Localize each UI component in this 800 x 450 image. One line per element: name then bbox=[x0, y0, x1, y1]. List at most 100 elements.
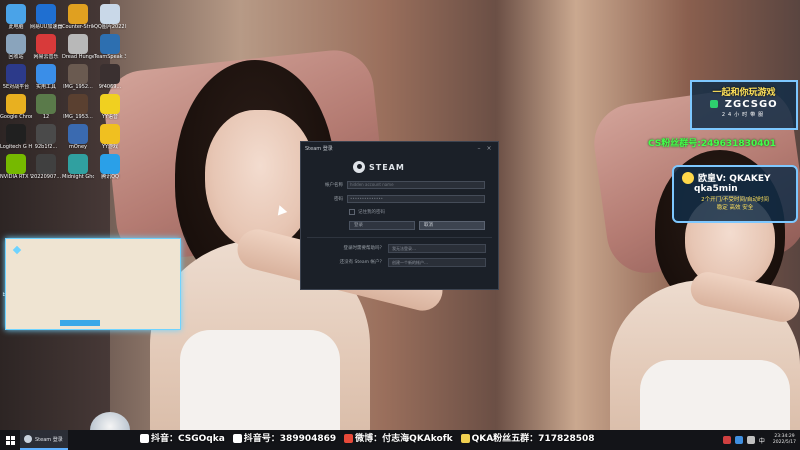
app-icon bbox=[68, 154, 88, 174]
remember-checkbox[interactable] bbox=[349, 209, 355, 215]
desktop-icon[interactable]: 网易云音乐 bbox=[30, 34, 62, 60]
password-input[interactable]: •••••••••••••• bbox=[347, 195, 485, 203]
password-row: 密码 •••••••••••••• bbox=[301, 192, 498, 206]
steam-brand: STEAM bbox=[301, 154, 498, 176]
desktop-icon[interactable]: NVIDIA RTX Voice bbox=[0, 154, 32, 180]
desktop-icon[interactable]: Google Chrome bbox=[0, 94, 32, 120]
tray-app-icon[interactable] bbox=[734, 436, 743, 444]
close-icon[interactable]: × bbox=[484, 145, 494, 152]
desktop-icon[interactable]: Dread Hunger bbox=[62, 34, 94, 60]
desktop-icon[interactable]: IMG_1952... bbox=[62, 64, 94, 90]
cancel-button[interactable]: 取消 bbox=[419, 220, 485, 230]
desktop-icon-label: Google Chrome bbox=[0, 114, 32, 120]
desktop-icon[interactable]: 实用工具 bbox=[30, 64, 62, 90]
desktop-icon[interactable]: 92b1f2... bbox=[30, 124, 62, 150]
steam-login-window: Steam 登录 – × STEAM 帐户名称 hidden account n… bbox=[300, 141, 499, 290]
login-button-row: 登录 取消 bbox=[301, 218, 498, 232]
taskbar-steam-item[interactable]: Steam 登录 bbox=[20, 430, 68, 450]
app-icon bbox=[6, 94, 26, 114]
app-icon bbox=[100, 4, 120, 24]
desktop-icon[interactable]: 网易UU加速器 bbox=[30, 4, 62, 30]
app-icon bbox=[100, 94, 120, 114]
app-icon bbox=[36, 64, 56, 84]
desktop-icon[interactable]: TeamSpeak 3 bbox=[94, 34, 126, 60]
create-account-button[interactable]: 创建一个新的帐户… bbox=[388, 257, 486, 267]
desktop-icon[interactable]: 20220907... bbox=[30, 154, 62, 180]
stream-overlay-tab bbox=[60, 320, 100, 326]
desktop-icon-label: IMG_1953... bbox=[63, 114, 93, 120]
ime-indicator[interactable]: 中 bbox=[759, 436, 765, 445]
app-icon bbox=[100, 154, 120, 174]
steam-wordmark: STEAM bbox=[369, 162, 405, 172]
desktop-icon[interactable]: 此电脑 bbox=[0, 4, 32, 30]
app-icon bbox=[68, 64, 88, 84]
desktop-icon-label: QQ图片20220511... bbox=[94, 24, 126, 30]
username-row: 帐户名称 hidden account name bbox=[301, 178, 498, 192]
desktop-icon-label: YY游戏 bbox=[101, 144, 119, 150]
desktop-icon[interactable]: YY语音 bbox=[94, 94, 126, 120]
help-row: 登录时需要帮助吗？ 我无法登录… bbox=[301, 241, 498, 255]
desktop-icon-label: YY语音 bbox=[101, 114, 119, 120]
desktop-icon[interactable]: Counter-Strike Global Off bbox=[62, 4, 94, 30]
app-icon bbox=[36, 124, 56, 144]
app-icon bbox=[36, 154, 56, 174]
create-account-label: 还没有 Steam 帐户？ bbox=[339, 260, 384, 265]
desktop-icon-label: mOney bbox=[68, 144, 87, 150]
desktop-icon[interactable]: Logitech G HUB bbox=[0, 124, 32, 150]
desktop-icon-label: 9f4069... bbox=[98, 84, 122, 90]
desktop-icon-label: NVIDIA RTX Voice bbox=[0, 174, 32, 180]
minimize-icon[interactable]: – bbox=[474, 145, 484, 152]
volume-icon[interactable] bbox=[746, 436, 755, 444]
app-icon bbox=[36, 94, 56, 114]
remember-row: 记住我的密码 bbox=[301, 206, 498, 218]
app-icon bbox=[6, 124, 26, 144]
username-input[interactable]: hidden account name bbox=[347, 181, 485, 189]
desktop-icon[interactable]: IMG_1953... bbox=[62, 94, 94, 120]
desktop-icon[interactable]: mOney bbox=[62, 124, 94, 150]
zgcsgo-logo-icon bbox=[710, 100, 719, 108]
group-icon bbox=[460, 433, 470, 443]
banner-note: 2个开门/不受时间/自动时间 bbox=[701, 197, 769, 203]
app-icon bbox=[6, 4, 26, 24]
clock-date: 2022/5/17 bbox=[772, 440, 796, 445]
wechat-line: 欧皇V: QKAKEY bbox=[674, 167, 796, 184]
desktop-icon-label: 92b1f2... bbox=[34, 144, 58, 150]
create-account-row: 还没有 Steam 帐户？ 创建一个新的帐户… bbox=[301, 255, 498, 269]
desktop-icon[interactable]: YY游戏 bbox=[94, 124, 126, 150]
login-form: 帐户名称 hidden account name 密码 ••••••••••••… bbox=[301, 176, 498, 269]
app-icon bbox=[6, 34, 26, 54]
ticker-douyin: 抖音：CSGOqka bbox=[140, 431, 225, 444]
banner-subtitle: 24小时带服 bbox=[721, 112, 767, 118]
ticker-fan-group: QKA粉丝五群：717828508 bbox=[460, 431, 595, 444]
app-icon bbox=[36, 34, 56, 54]
window-title: Steam 登录 bbox=[305, 145, 333, 152]
desktop-icon[interactable]: 回收站 bbox=[0, 34, 32, 60]
desktop-icon-grid: 此电脑网易UU加速器Counter-Strike Global OffQQ图片2… bbox=[0, 0, 130, 425]
taskbar-clock[interactable]: 23:34:29 2022/5/17 bbox=[773, 434, 796, 446]
cant-sign-in-button[interactable]: 我无法登录… bbox=[388, 243, 486, 253]
desktop-icon[interactable]: 9f4069... bbox=[94, 64, 126, 90]
username-label: 帐户名称 bbox=[325, 183, 343, 188]
desktop-icon[interactable]: 5E对战平台 bbox=[0, 64, 32, 90]
desktop-icon-label: 实用工具 bbox=[35, 84, 56, 90]
help-label: 登录时需要帮助吗？ bbox=[343, 246, 385, 251]
tray-app-icon[interactable] bbox=[722, 436, 731, 444]
desktop-icon[interactable]: QQ图片20220511... bbox=[94, 4, 126, 30]
desktop-icon-label: 5E对战平台 bbox=[2, 84, 30, 90]
tiktok-icon bbox=[232, 433, 242, 443]
desktop-icon[interactable]: Midnight Ghost Hunt bbox=[62, 154, 94, 180]
app-icon bbox=[68, 124, 88, 144]
fan-group-number: CS粉丝群号:249631830401 bbox=[648, 139, 776, 149]
stream-banner-top: 一起和你玩游戏 ZGCSGO 24小时带服 bbox=[690, 80, 798, 130]
desktop-icon-label: TeamSpeak 3 bbox=[94, 54, 126, 60]
stream-ticker: 抖音：CSGOqka 抖音号：389904869 微博：付志海QKAkofk Q… bbox=[140, 428, 595, 446]
desktop-icon[interactable]: 12 bbox=[30, 94, 62, 120]
start-button[interactable] bbox=[0, 430, 20, 450]
weibo-icon bbox=[344, 433, 354, 443]
divider bbox=[307, 237, 492, 238]
login-button[interactable]: 登录 bbox=[349, 220, 415, 230]
desktop-icon-label: 网易云音乐 bbox=[33, 54, 59, 60]
app-icon bbox=[6, 154, 26, 174]
desktop-icon[interactable]: 腾讯QQ bbox=[94, 154, 126, 180]
steam-logo-icon bbox=[353, 161, 365, 173]
